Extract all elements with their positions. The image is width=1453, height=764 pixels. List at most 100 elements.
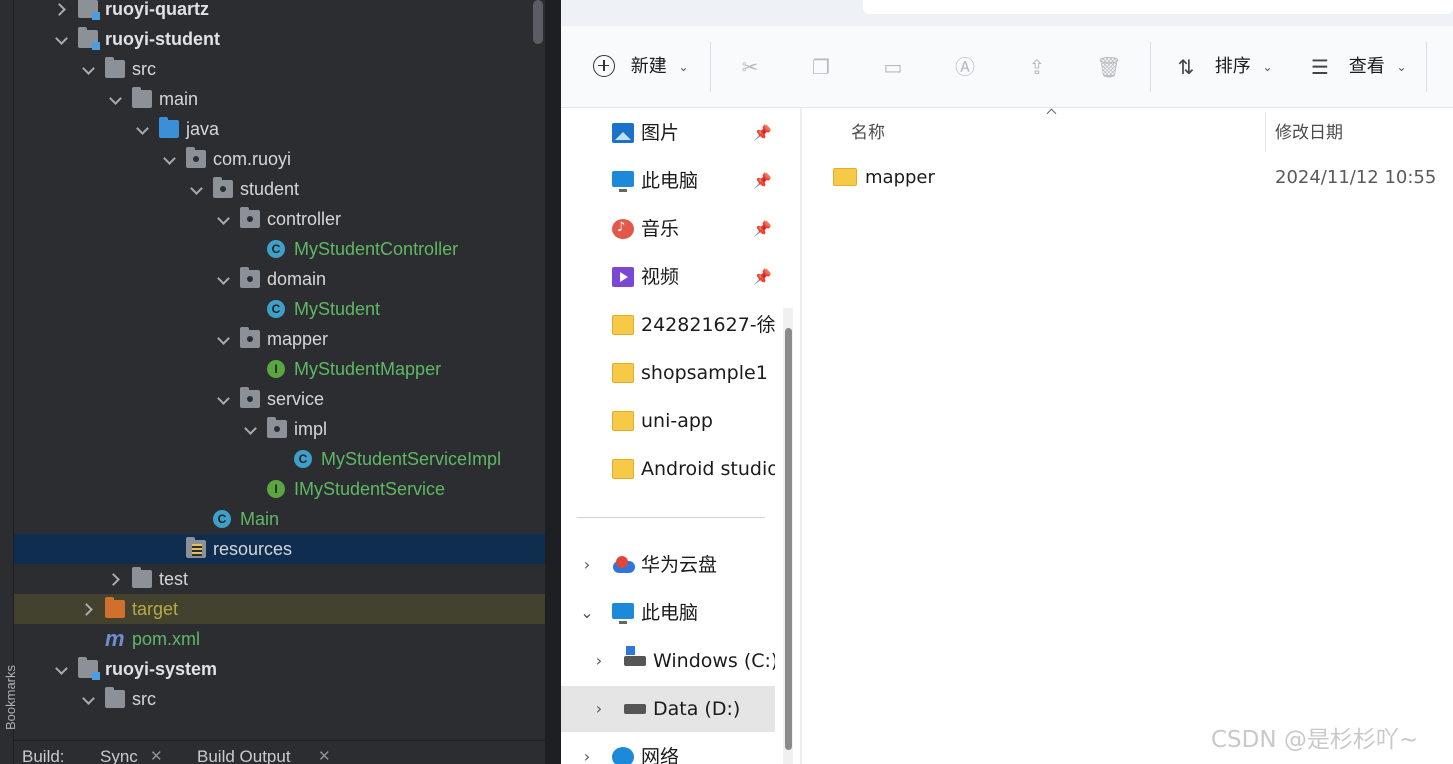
nav-tree-item[interactable]: › 华为云盘: [561, 542, 775, 588]
column-header-modified[interactable]: 修改日期: [1275, 118, 1343, 148]
file-modified-date: 2024/11/12 10:55: [1275, 167, 1437, 188]
chevron-down-icon[interactable]: [81, 684, 97, 714]
project-tree-row[interactable]: C MyStudentServiceImpl: [14, 444, 545, 474]
folder-icon: [833, 168, 857, 186]
build-tab-label[interactable]: Build:: [22, 747, 65, 764]
project-tree-label: test: [159, 569, 189, 589]
cut-button[interactable]: ✂: [737, 52, 763, 82]
copy-button[interactable]: ❐: [808, 52, 834, 82]
project-tree-row[interactable]: impl: [14, 414, 545, 444]
quick-access-item[interactable]: Android studio: [561, 446, 775, 492]
build-output-tab[interactable]: Build Output: [197, 747, 291, 764]
project-tree-row[interactable]: src: [14, 684, 545, 714]
chevron-down-icon: ⌄: [1396, 60, 1407, 74]
chevron-down-icon[interactable]: ⌄: [580, 590, 594, 636]
chevron-down-icon[interactable]: [135, 114, 151, 144]
project-tree-row[interactable]: ruoyi-system: [14, 654, 545, 684]
project-tree-row[interactable]: C MyStudent: [14, 294, 545, 324]
folder-icon: [132, 567, 152, 588]
nav-tree-item[interactable]: › Windows (C:): [561, 638, 775, 684]
folder-icon: [612, 315, 634, 335]
project-tree-row[interactable]: controller: [14, 204, 545, 234]
project-tree-row[interactable]: student: [14, 174, 545, 204]
chevron-down-icon[interactable]: [162, 144, 178, 174]
chevron-right-icon[interactable]: [108, 564, 124, 594]
chevron-right-icon[interactable]: [81, 594, 97, 624]
project-tree-row[interactable]: main: [14, 84, 545, 114]
class-icon: C: [294, 450, 312, 468]
project-tree-row[interactable]: target: [14, 594, 545, 624]
plus-circle-icon: [593, 54, 615, 77]
pin-icon[interactable]: 📌: [753, 206, 772, 252]
chevron-right-icon[interactable]: ›: [580, 734, 594, 764]
chevron-down-icon[interactable]: [108, 84, 124, 114]
pane-splitter[interactable]: [800, 108, 802, 764]
quick-access-item[interactable]: 242821627-徐杉: [561, 302, 775, 348]
chevron-down-icon[interactable]: [81, 54, 97, 84]
sort-button[interactable]: ⇅ 排序 ⌄: [1173, 52, 1273, 82]
nav-tree-item[interactable]: ⌄ 此电脑: [561, 590, 775, 636]
interface-icon: I: [267, 480, 285, 498]
rename-button[interactable]: Ⓐ: [952, 52, 978, 82]
pin-icon[interactable]: 📌: [753, 158, 772, 204]
column-header-name[interactable]: 名称: [851, 118, 885, 148]
file-row[interactable]: mapper 2024/11/12 10:55: [803, 158, 1453, 198]
project-tree-row[interactable]: m pom.xml: [14, 624, 545, 654]
quick-access-item[interactable]: 音乐 📌: [561, 206, 775, 252]
chevron-down-icon[interactable]: [54, 654, 70, 684]
quick-access-item[interactable]: uni-app: [561, 398, 775, 444]
delete-button[interactable]: 🗑: [1096, 52, 1122, 82]
chevron-down-icon[interactable]: [243, 414, 259, 444]
quick-access-item[interactable]: shopsample1: [561, 350, 775, 396]
sync-tab[interactable]: Sync: [100, 747, 138, 764]
chevron-down-icon[interactable]: [216, 324, 232, 354]
project-tree-row[interactable]: domain: [14, 264, 545, 294]
build-output-close-icon[interactable]: ✕: [318, 747, 331, 764]
project-tree-row[interactable]: I IMyStudentService: [14, 474, 545, 504]
project-tree-row[interactable]: ruoyi-quartz: [14, 0, 545, 24]
paste-button[interactable]: ▭: [880, 52, 906, 82]
nav-scrollbar-thumb[interactable]: [785, 328, 792, 750]
project-tree-row[interactable]: service: [14, 384, 545, 414]
project-tree-scrollbar[interactable]: [533, 0, 543, 44]
pin-icon[interactable]: 📌: [753, 254, 772, 300]
folder-icon: [612, 459, 634, 479]
project-tree-row[interactable]: C Main: [14, 504, 545, 534]
chevron-right-icon[interactable]: ›: [580, 542, 594, 588]
chevron-right-icon[interactable]: [54, 0, 70, 24]
nav-tree-item[interactable]: › 网络: [561, 734, 775, 764]
project-tree-row[interactable]: resources: [14, 534, 545, 564]
scissors-icon: ✂: [741, 55, 759, 79]
explorer-title-area: [561, 0, 1453, 26]
project-tree-row[interactable]: ruoyi-student: [14, 24, 545, 54]
quick-access-item[interactable]: 此电脑 📌: [561, 158, 775, 204]
column-separator[interactable]: [1265, 112, 1266, 152]
project-tree-row[interactable]: com.ruoyi: [14, 144, 545, 174]
chevron-down-icon[interactable]: [189, 174, 205, 204]
quick-access-item[interactable]: 视频 📌: [561, 254, 775, 300]
project-tree-row[interactable]: mapper: [14, 324, 545, 354]
folder-icon: [132, 87, 152, 108]
project-tree-row[interactable]: java: [14, 114, 545, 144]
chevron-down-icon[interactable]: [216, 264, 232, 294]
pin-icon[interactable]: 📌: [753, 110, 772, 156]
project-tree-label: pom.xml: [132, 629, 201, 649]
project-tree-row[interactable]: C MyStudentController: [14, 234, 545, 264]
quick-access-item[interactable]: 图片 📌: [561, 110, 775, 156]
class-icon: C: [267, 240, 285, 258]
project-tree-row[interactable]: test: [14, 564, 545, 594]
chevron-right-icon[interactable]: ›: [592, 638, 606, 684]
chevron-down-icon[interactable]: [54, 24, 70, 54]
share-button[interactable]: ⇪: [1024, 52, 1050, 82]
address-bar[interactable]: [863, 0, 1453, 14]
project-tree-row[interactable]: I MyStudentMapper: [14, 354, 545, 384]
chevron-down-icon[interactable]: [216, 204, 232, 234]
sync-tab-close-icon[interactable]: ✕: [150, 747, 163, 764]
view-button[interactable]: ☰ 查看 ⌄: [1307, 52, 1407, 82]
excluded-folder-icon: [105, 597, 125, 618]
nav-tree-item[interactable]: › Data (D:): [561, 686, 775, 732]
project-tree-row[interactable]: src: [14, 54, 545, 84]
chevron-down-icon[interactable]: [216, 384, 232, 414]
chevron-right-icon[interactable]: ›: [592, 686, 606, 732]
new-button[interactable]: 新建 ⌄: [593, 52, 689, 82]
